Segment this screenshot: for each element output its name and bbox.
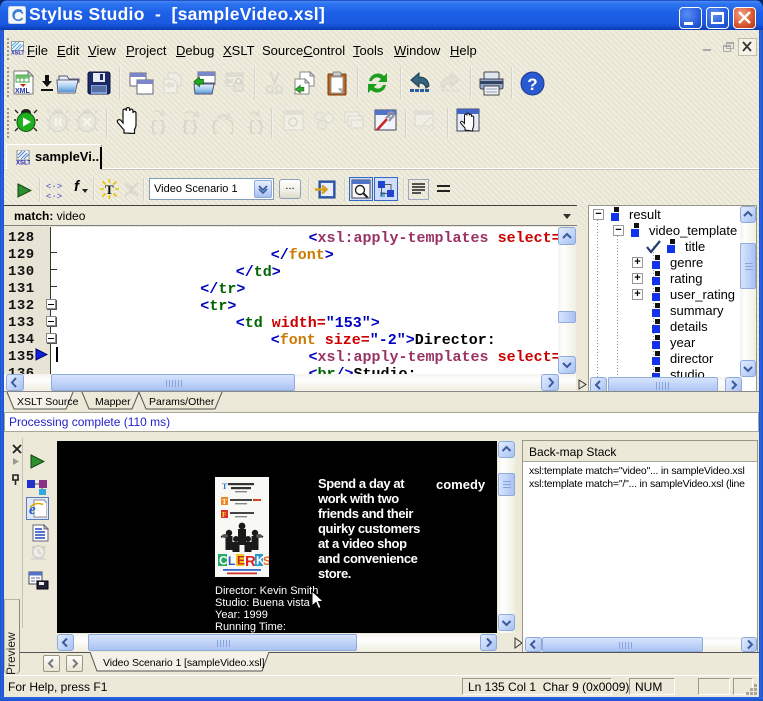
svg-text:E: E (237, 554, 245, 568)
svg-text:F: F (222, 511, 226, 519)
svg-text:XML: XML (15, 88, 31, 95)
svg-text:<·>: <·> (46, 192, 62, 200)
svg-text:?: ? (527, 75, 537, 94)
svg-text:XSLT: XSLT (16, 161, 30, 166)
svg-text:S: S (263, 554, 269, 568)
svg-text:R: R (245, 553, 256, 570)
svg-text:XSLT: XSLT (11, 51, 24, 56)
svg-text:T: T (222, 482, 228, 491)
svg-text:{}: {} (181, 119, 199, 134)
svg-text:<·>: <·> (46, 182, 62, 192)
svg-text:L: L (228, 554, 235, 568)
svg-text:{}: {} (149, 119, 167, 134)
svg-text:T: T (222, 498, 227, 506)
svg-text:{}: {} (247, 119, 264, 134)
svg-text:{ }: { } (210, 119, 233, 134)
svg-text:T: T (105, 182, 114, 197)
svg-text:C: C (219, 554, 228, 568)
